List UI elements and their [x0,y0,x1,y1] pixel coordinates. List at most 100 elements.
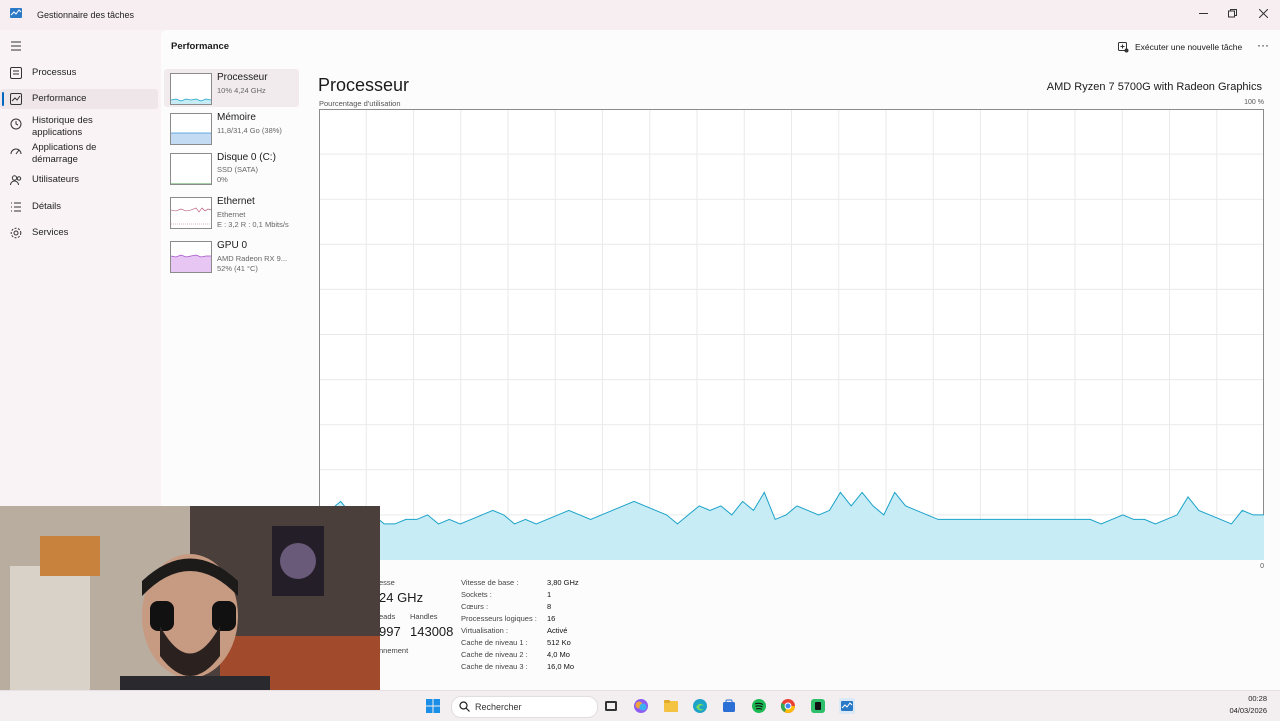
sidebar-item-label: Historique des applications [32,115,93,138]
cpu-thumbnail-graph [170,73,212,105]
spec-value: 3,80 GHz [547,578,579,587]
chart-y-label: Pourcentage d'utilisation [319,99,401,108]
spec-value: 4,0 Mo [547,650,570,659]
threads-value: 997 [379,624,401,639]
task-view-icon[interactable] [603,698,619,714]
sidebar-item-label: Applications de démarrage [32,142,97,165]
file-explorer-icon[interactable] [663,698,679,714]
resource-title: Ethernet [217,196,255,207]
sidebar-item-label: Détails [32,201,62,212]
handles-value: 143008 [410,624,454,639]
startup-icon [10,148,22,155]
ethernet-thumbnail-graph [170,197,212,229]
uptime-label: nnement [379,646,409,655]
window-title: Gestionnaire des tâches [37,10,135,20]
resource-title: Mémoire [217,112,256,123]
more-options-button[interactable]: ··· [1254,39,1272,55]
services-icon [10,227,22,239]
resource-item-gpu[interactable]: GPU 0 AMD Radeon RX 9... 52% (41 °C) [164,237,299,275]
speed-value: 24 GHz [379,590,424,605]
process-icon [10,67,22,79]
resource-title: Processeur [217,72,268,83]
spec-key: Vitesse de base : [461,578,519,587]
spec-value: Activé [547,626,568,635]
spec-value: 16 [547,614,556,623]
chart-y-max: 100 % [1244,99,1264,106]
run-new-task-label: Exécuter une nouvelle tâche [1135,42,1243,52]
task-manager-icon[interactable] [839,698,855,714]
resource-subtext: Ethernet [217,210,246,219]
new-task-icon [1118,41,1129,52]
spec-key: Sockets : [461,590,492,599]
resource-item-disque[interactable]: Disque 0 (C:) SSD (SATA) 0% [164,149,299,187]
close-icon[interactable] [1252,4,1274,22]
resource-subtext: 0% [217,175,228,184]
taskbar-search[interactable]: Rechercher [451,696,598,718]
sidebar-item-processus[interactable]: Processus [0,64,158,82]
resource-item-memoire[interactable]: Mémoire 11,8/31,4 Go (38%) [164,109,299,147]
resource-title: Disque 0 (C:) [217,152,276,163]
store-icon[interactable] [721,698,737,714]
clock-time[interactable]: 00:28 [1248,694,1267,703]
search-placeholder: Rechercher [475,702,522,712]
spec-row: Vitesse de base : 3,80 GHz [461,578,601,590]
details-icon [11,202,21,212]
sidebar-item-details[interactable]: Détails [0,198,158,216]
sidebar-item-performance[interactable]: Performance [0,89,158,109]
chrome-icon[interactable] [780,698,796,714]
spotify-icon[interactable] [751,698,767,714]
resource-subtext: 10% 4,24 GHz [217,86,266,95]
taskbar: Rechercher 00:28 04/03/2026 [0,690,1280,721]
spec-value: 8 [547,602,552,611]
history-icon [10,118,22,130]
sidebar-item-label: Processus [32,67,77,78]
threads-label: eads [379,612,396,621]
copilot-icon[interactable] [633,698,649,714]
sidebar-item-label: Services [32,227,69,238]
spec-row: Sockets : 1 [461,590,601,602]
sidebar-item-label: Utilisateurs [32,174,79,185]
spec-key: Cache de niveau 3 : [461,662,528,671]
resource-subtext: 52% (41 °C) [217,264,258,273]
spec-row: Virtualisation : Activé [461,626,601,638]
resource-subtext: AMD Radeon RX 9... [217,254,288,263]
cpu-title: Processeur [318,75,410,95]
handles-label: Handles [410,612,438,621]
active-indicator [2,92,4,106]
spec-value: 512 Ko [547,638,571,647]
clock-date[interactable]: 04/03/2026 [1229,706,1267,715]
spec-row: Processeurs logiques : 16 [461,614,601,626]
sidebar-item-utilisateurs[interactable]: Utilisateurs [0,171,158,189]
chart-y-min: 0 [1260,563,1264,570]
disk-thumbnail-graph [170,153,212,185]
search-icon [459,701,470,712]
app-green-icon[interactable] [810,698,826,714]
memory-thumbnail-graph [170,113,212,145]
spec-row: Cache de niveau 3 : 16,0 Mo [461,662,601,674]
speed-label: esse [379,578,395,587]
sidebar-item-demarrage[interactable]: Applications de démarrage [0,141,158,167]
title-bar: Gestionnaire des tâches [0,0,1280,30]
edge-icon[interactable] [692,698,708,714]
spec-key: Virtualisation : [461,626,508,635]
sidebar-item-historique[interactable]: Historique des applications [0,114,158,140]
gpu-thumbnail-graph [170,241,212,273]
resource-subtext: E : 3,2 R : 0,1 Mbits/s [217,220,289,229]
hamburger-menu-icon[interactable] [10,40,26,52]
spec-key: Processeurs logiques : [461,614,537,623]
sidebar-item-services[interactable]: Services [0,224,158,242]
resource-subtext: 11,8/31,4 Go (38%) [217,126,282,135]
windows-start-icon[interactable] [425,698,441,714]
restore-icon[interactable] [1221,4,1243,22]
resource-item-processeur[interactable]: Processeur 10% 4,24 GHz [164,69,299,107]
cpu-model: AMD Ryzen 7 5700G with Radeon Graphics [1046,81,1262,93]
minimize-icon[interactable] [1192,4,1214,22]
performance-icon [10,93,22,105]
resource-item-ethernet[interactable]: Ethernet Ethernet E : 3,2 R : 0,1 Mbits/… [164,193,299,231]
webcam-overlay [0,506,380,720]
cpu-usage-chart [319,109,1264,560]
run-new-task-button[interactable]: Exécuter une nouvelle tâche [1118,39,1242,55]
spec-row: Cœurs : 8 [461,602,601,614]
spec-key: Cache de niveau 2 : [461,650,528,659]
users-icon [10,175,22,186]
